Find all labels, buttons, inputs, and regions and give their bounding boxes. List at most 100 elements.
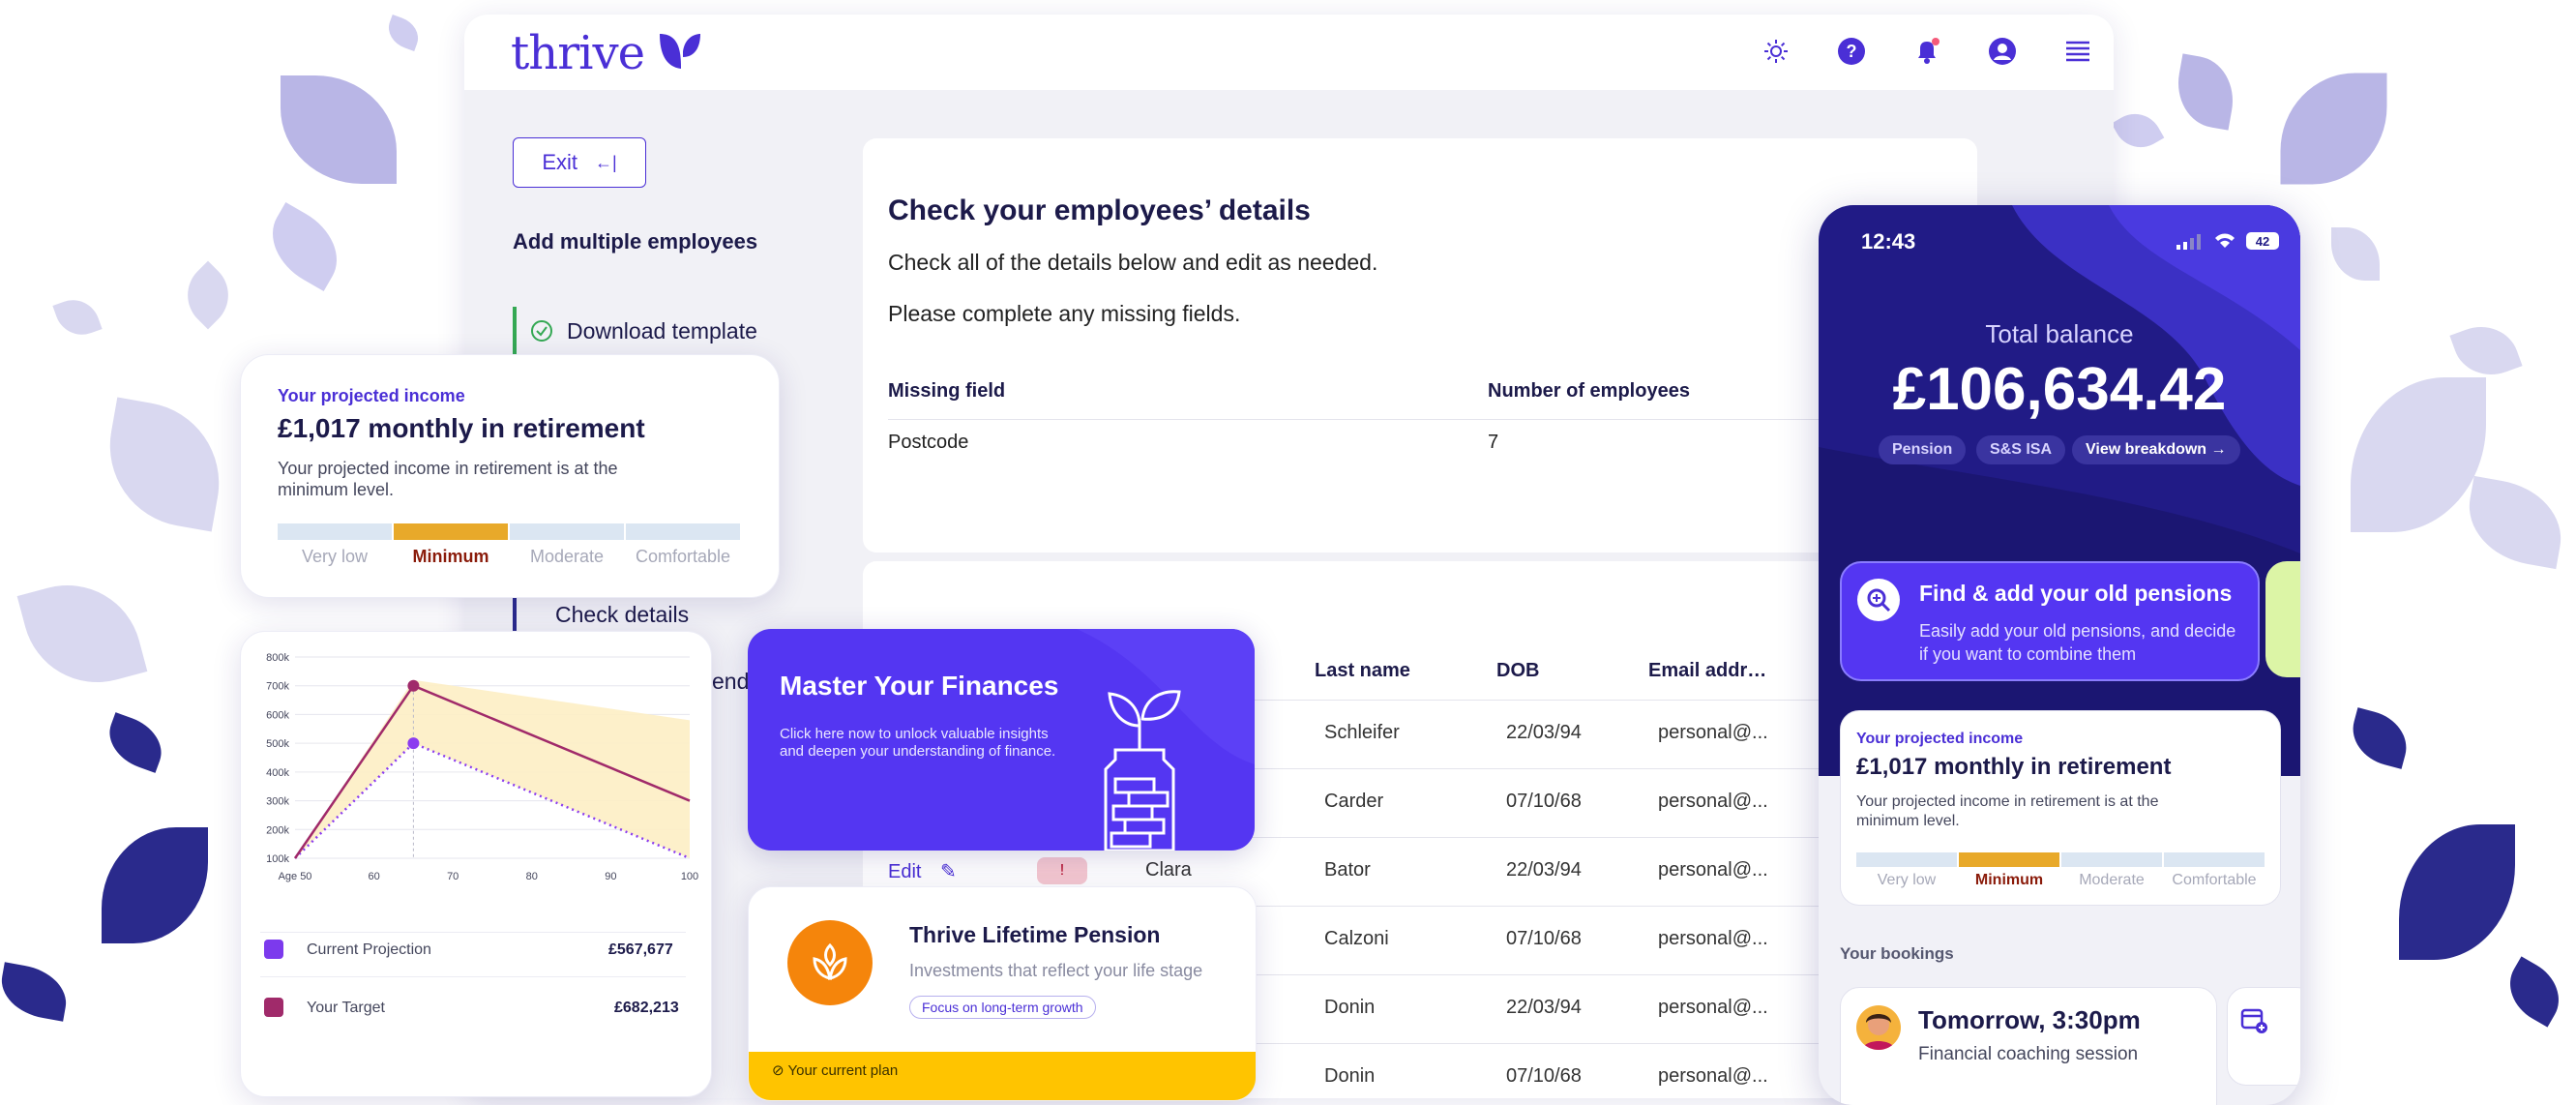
header-decor [1819, 205, 2300, 776]
exit-button[interactable]: Exit ←| [513, 137, 646, 188]
step-check-label: Check details [555, 601, 690, 627]
current-plan-text: Your current plan [787, 1062, 899, 1079]
current-plan-banner: ⊘ Your current plan [749, 1052, 1256, 1100]
dob-cell: 22/03/94 [1506, 722, 1582, 743]
account-icon[interactable] [1987, 36, 2018, 67]
y-tick-label: 800k [266, 652, 289, 664]
last-name-header: Last name [1315, 660, 1410, 681]
booking-time: Tomorrow, 3:30pm [1918, 1005, 2141, 1034]
leaf-logo-icon [660, 34, 701, 69]
plant-in-jar-icon [1104, 690, 1181, 851]
y-tick-label: 600k [266, 709, 289, 721]
bookings-label: Your bookings [1840, 944, 1954, 963]
dob-cell: 07/10/68 [1506, 928, 1582, 949]
phone-proj-label: Your projected income [1856, 731, 2024, 747]
last-name-cell: Bator [1324, 859, 1371, 881]
theme-toggle-icon[interactable] [1761, 36, 1791, 67]
total-balance-value: £106,634.42 [1892, 356, 2227, 423]
find-old-pensions-card[interactable]: Find & add your old pensions Easily add … [1840, 561, 2260, 681]
y-tick-label: 700k [266, 681, 289, 693]
current-plan-label: ⊘ Your current plan [772, 1061, 898, 1079]
email-cell: personal@... [1658, 859, 1768, 881]
signal-icon [2176, 234, 2201, 250]
pension-subtitle: Investments that reflect your life stage [909, 961, 1203, 980]
x-tick-label: 70 [447, 871, 459, 882]
your-target-value: £682,213 [614, 1000, 679, 1016]
mobile-app: 12:43 42 Total balance £106,634.42 Pensi… [1819, 205, 2300, 1105]
edit-label: Edit [888, 861, 922, 882]
edit-row-button[interactable]: Edit ✎ [888, 859, 957, 883]
status-time: 12:43 [1861, 229, 1916, 254]
projected-income-desc: Your projected income in retirement is a… [278, 459, 618, 499]
x-tick-label: 90 [605, 871, 616, 882]
current-projection-peak-point [407, 737, 420, 750]
master-finances-title: Master Your Finances [780, 671, 1059, 701]
details-instruction: Check all of the details below and edit … [888, 250, 1378, 275]
x-tick-label: 60 [368, 871, 379, 882]
details-missing-note: Please complete any missing fields. [888, 301, 1241, 326]
check-circle-icon: ⊘ [772, 1062, 788, 1079]
last-name-cell: Schleifer [1324, 722, 1400, 743]
email-cell: personal@... [1658, 791, 1768, 812]
next-card-peek[interactable] [2265, 561, 2300, 677]
booking-card[interactable]: Tomorrow, 3:30pm Financial coaching sess… [1840, 987, 2217, 1105]
phone-level-moderate: Moderate [2079, 872, 2145, 888]
last-name-cell: Carder [1324, 791, 1384, 812]
find-pensions-body: Easily add your old pensions, and decide… [1919, 621, 2236, 664]
x-tick-label: 100 [681, 871, 698, 882]
x-tick-label: 80 [526, 871, 538, 882]
y-tick-label: 100k [266, 853, 289, 865]
x-tick-label: Age 50 [279, 871, 312, 882]
phone-level-comfortable-bar [2164, 852, 2265, 867]
help-icon[interactable]: ? [1836, 36, 1867, 67]
thrive-logo[interactable]: thrive [511, 26, 702, 80]
level-minimum-label: Minimum [412, 547, 489, 566]
menu-icon[interactable] [2062, 36, 2093, 67]
phone-projected-income-card[interactable]: Your projected income £1,017 monthly in … [1840, 710, 2281, 906]
pencil-icon: ✎ [940, 861, 957, 882]
master-your-finances-card[interactable]: Master Your Finances Click here now to u… [748, 629, 1255, 851]
level-moderate-bar [510, 523, 624, 540]
check-details-card: Check your employees’ details Check all … [863, 138, 1977, 552]
balance-header: 12:43 42 Total balance £106,634.42 Pensi… [1819, 205, 2300, 776]
phone-level-minimum: Minimum [1974, 872, 2044, 888]
pension-pill[interactable]: Pension [1879, 435, 1967, 464]
logo-text: thrive [511, 26, 645, 80]
y-tick-label: 400k [266, 767, 289, 779]
employee-count-cell: 7 [1488, 432, 1499, 453]
last-name-cell: Donin [1324, 1065, 1376, 1087]
level-minimum-bar [394, 523, 508, 540]
notifications-bell-icon[interactable] [1911, 36, 1942, 67]
ss-isa-pill[interactable]: S&S ISA [1976, 435, 2066, 464]
view-breakdown-pill[interactable]: View breakdown → [2072, 435, 2240, 464]
add-booking-button[interactable] [2227, 987, 2300, 1086]
projected-income-card[interactable]: Your projected income £1,017 monthly in … [240, 354, 780, 598]
dob-cell: 22/03/94 [1506, 997, 1582, 1018]
step-send-label: end [712, 669, 750, 694]
wizard-title: Add multiple employees [513, 229, 758, 254]
pension-title: Thrive Lifetime Pension [909, 922, 1161, 947]
find-pensions-title: Find & add your old pensions [1919, 581, 2233, 606]
level-very-low-bar [278, 523, 392, 540]
divider [260, 932, 686, 933]
y-tick-label: 300k [266, 796, 289, 808]
email-cell: personal@... [1658, 1065, 1768, 1087]
warning-badge: ! [1037, 857, 1087, 884]
svg-text:?: ? [1847, 42, 1857, 61]
lifetime-pension-card[interactable]: Thrive Lifetime Pension Investments that… [748, 886, 1257, 1101]
search-add-icon [1857, 579, 1900, 621]
calendar-add-icon [2240, 1008, 2267, 1033]
missing-field-header: Missing field [888, 380, 1006, 402]
details-title: Check your employees’ details [888, 194, 1311, 226]
dob-cell: 07/10/68 [1506, 791, 1582, 812]
phone-level-very-low: Very low [1877, 872, 1937, 888]
y-tick-label: 200k [266, 824, 289, 836]
dob-cell: 07/10/68 [1506, 1065, 1582, 1087]
status-icons: 42 [2176, 232, 2279, 250]
legend-current-projection: Current Projection [307, 941, 431, 958]
step-download-template[interactable]: Download template [513, 307, 757, 355]
master-finances-body: Click here now to unlock valuable insigh… [780, 726, 1056, 760]
first-name-cell: Clara [1145, 859, 1192, 881]
current-projection-swatch [264, 940, 283, 959]
phone-level-minimum-bar [1959, 852, 2059, 867]
